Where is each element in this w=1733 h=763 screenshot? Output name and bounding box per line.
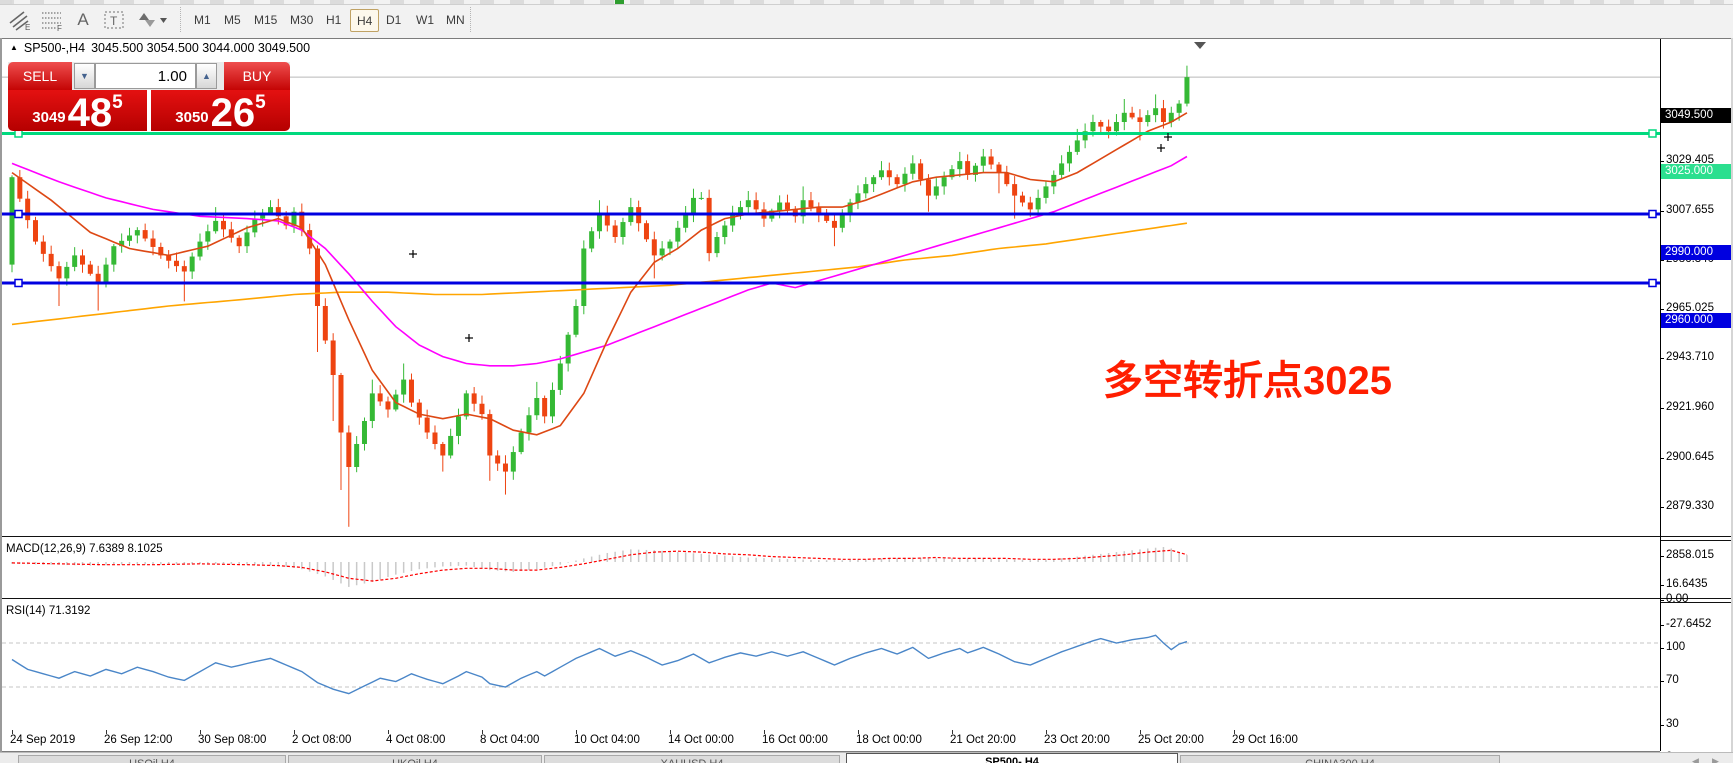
chart-text-annotation: 多空转折点3025 [1103, 348, 1392, 406]
price-tick-label: 2900.645 [1666, 451, 1714, 463]
volume-increase-button[interactable]: ▲ [196, 63, 217, 89]
chart-tab-bar: ◀ ▶ USOil,H4UKOil,H4XAUUSD,H4 SP500-,H4CH… [0, 752, 1733, 763]
toolbar-separator [470, 7, 472, 32]
macd-tick-label: 16.6435 [1666, 578, 1708, 590]
toolbar: E F A T M1M5M15M30H1H4D1W1MN [0, 0, 1733, 39]
buy-price-pips: 26 [211, 93, 256, 131]
chart-tab-usoilh4[interactable]: USOil,H4 [18, 755, 286, 763]
text-tool-icon[interactable]: A [70, 7, 96, 33]
timeframe-button-m5[interactable]: M5 [218, 9, 247, 30]
time-axis: 24 Sep 2019 26 Sep 12:00 30 Sep 08:00 2 Oct… [2, 730, 1660, 752]
macd-label: MACD(12,26,9) 7.6389 8.1025 [6, 543, 163, 555]
equidistant-channel-tool-icon[interactable]: E [6, 7, 34, 33]
rsi-name: RSI(14) [6, 605, 46, 617]
svg-text:F: F [57, 24, 62, 31]
fibonacci-tool-icon[interactable]: F [38, 7, 66, 33]
toolbar-top-partial-row [0, 0, 1733, 5]
price-tick-label: 3007.655 [1666, 204, 1714, 216]
timeframe-button-h4[interactable]: H4 [350, 9, 379, 32]
timeframe-button-m15[interactable]: M15 [248, 9, 283, 30]
hline-price-label: 3025.000 [1661, 164, 1731, 179]
buy-price-whole: 3050 [175, 109, 208, 126]
time-axis-label: 29 Oct 16:00 [1232, 734, 1298, 746]
rsi-indicator-canvas[interactable] [2, 601, 1660, 730]
trade-controls-row: SELL ▼ ▲ BUY [8, 62, 290, 90]
toolbar-partial-icon [615, 0, 624, 4]
time-axis-label: 16 Oct 00:00 [762, 734, 828, 746]
time-axis-label: 24 Sep 2019 [10, 734, 75, 746]
tab-scroll-right-icon[interactable]: ▶ [1712, 756, 1719, 763]
time-axis-label: 25 Oct 20:00 [1138, 734, 1204, 746]
axis-separator-line [1660, 39, 1661, 751]
buy-button[interactable]: BUY [224, 62, 290, 90]
sell-price-pips: 48 [68, 93, 113, 131]
price-tick-label: 2858.015 [1666, 549, 1714, 561]
buy-price-quote[interactable]: 3050 26 5 [151, 90, 290, 131]
chart-symbol-period: SP500-,H4 [24, 41, 85, 55]
chart-window: MACD(12,26,9) 7.6389 8.1025 RSI(14) 71.3… [0, 38, 1733, 753]
timeframe-button-w1[interactable]: W1 [410, 9, 440, 30]
timeframe-button-h1[interactable]: H1 [320, 9, 347, 30]
text-label-tool-icon[interactable]: T [100, 7, 128, 33]
time-axis-label: 18 Oct 00:00 [856, 734, 922, 746]
macd-values: 7.6389 8.1025 [89, 543, 163, 555]
chart-tab-china300h4[interactable]: CHINA300,H4 [1180, 755, 1500, 763]
time-axis-label: 8 Oct 04:00 [480, 734, 539, 746]
time-axis-label: 10 Oct 04:00 [574, 734, 640, 746]
time-axis-label: 30 Sep 08:00 [198, 734, 266, 746]
time-axis-label: 23 Oct 20:00 [1044, 734, 1110, 746]
toolbar-separator [180, 7, 182, 32]
time-axis-label: 26 Sep 12:00 [104, 734, 172, 746]
chart-tab-sp500h4[interactable]: SP500-,H4 [846, 753, 1178, 763]
macd-indicator-canvas[interactable] [2, 539, 1660, 599]
arrows-tool-icon[interactable] [134, 7, 170, 33]
collapse-triangle-icon[interactable]: ▲ [10, 43, 18, 52]
sell-price-quote[interactable]: 3049 48 5 [8, 90, 147, 131]
buy-price-point: 5 [255, 92, 266, 114]
rsi-label: RSI(14) 71.3192 [6, 605, 90, 617]
current-price-label: 3049.500 [1661, 108, 1731, 123]
hline-price-label: 2960.000 [1661, 313, 1731, 328]
timeframe-button-m30[interactable]: M30 [284, 9, 319, 30]
price-tick-label: 2921.960 [1666, 401, 1714, 413]
timeframe-button-mn[interactable]: MN [440, 9, 471, 30]
chart-tab-ukoilh4[interactable]: UKOil,H4 [288, 755, 542, 763]
rsi-tick-label: 30 [1666, 718, 1679, 730]
timeframe-button-d1[interactable]: D1 [380, 9, 407, 30]
svg-text:T: T [110, 14, 118, 28]
svg-text:E: E [25, 23, 30, 31]
mt4-terminal: E F A T M1M5M15M30H1H4D1W1MN MACD(12,26,… [0, 0, 1733, 763]
rsi-value: 71.3192 [49, 605, 91, 617]
time-axis-label: 21 Oct 20:00 [950, 734, 1016, 746]
chart-ohlc-values: 3045.500 3054.500 3044.000 3049.500 [91, 41, 310, 55]
sell-price-whole: 3049 [32, 109, 65, 126]
time-axis-label: 14 Oct 00:00 [668, 734, 734, 746]
macd-tick-label: 0.00 [1666, 593, 1688, 605]
rsi-tick-label: 70 [1666, 674, 1679, 686]
tab-scroll-left-icon[interactable]: ◀ [1692, 756, 1699, 763]
macd-tick-label: -27.6452 [1666, 618, 1711, 630]
one-click-trading-panel: SELL ▼ ▲ BUY 3049 48 5 3050 26 5 [8, 62, 290, 131]
chart-tab-xauusdh4[interactable]: XAUUSD,H4 [544, 755, 840, 763]
hline-price-label: 2990.000 [1661, 245, 1731, 260]
timeframe-button-m1[interactable]: M1 [188, 9, 217, 30]
price-tick-label: 2879.330 [1666, 500, 1714, 512]
time-axis-label: 4 Oct 08:00 [386, 734, 445, 746]
sell-button[interactable]: SELL [8, 62, 72, 90]
window-left-border [0, 38, 2, 752]
sell-price-point: 5 [112, 92, 123, 114]
trade-quotes-row: 3049 48 5 3050 26 5 [8, 90, 290, 131]
volume-input[interactable] [95, 63, 196, 89]
rsi-tick-label: 100 [1666, 641, 1685, 653]
chart-title: ▲ SP500-,H4 3045.500 3054.500 3044.000 3… [10, 41, 310, 55]
macd-name: MACD(12,26,9) [6, 543, 86, 555]
price-tick-label: 2943.710 [1666, 351, 1714, 363]
time-axis-label: 2 Oct 08:00 [292, 734, 351, 746]
volume-decrease-button[interactable]: ▼ [74, 63, 95, 89]
